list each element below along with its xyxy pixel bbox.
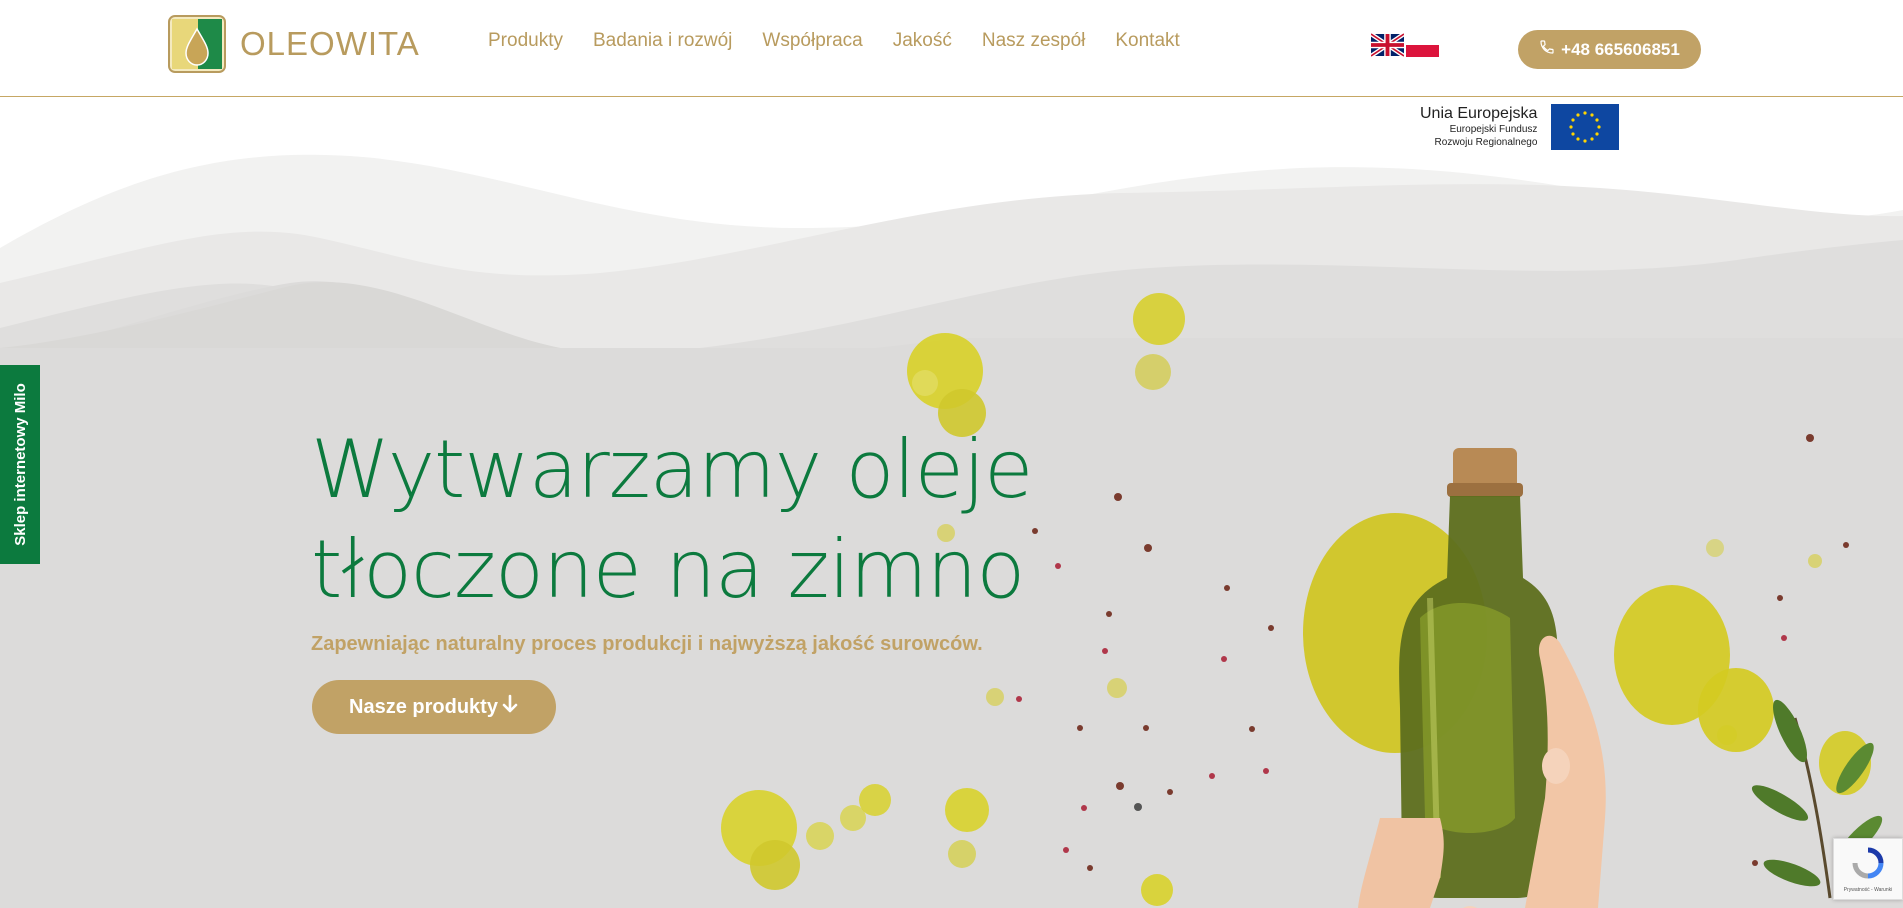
nav-item-jakosc[interactable]: Jakość: [893, 30, 952, 52]
online-shop-tab-label: Sklep internetowy Milo: [11, 383, 29, 546]
phone-button[interactable]: +48 665606851: [1518, 30, 1701, 69]
eu-flag-icon: [1551, 104, 1620, 150]
main-nav: Produkty Badania i rozwój Współpraca Jak…: [488, 30, 1180, 52]
eu-title: Unia Europejska: [1420, 105, 1538, 122]
hero-title-line2: tłoczone na zimno: [311, 523, 1025, 616]
our-products-button[interactable]: Nasze produkty: [312, 680, 556, 734]
recaptcha-badge[interactable]: Prywatność - Warunki: [1833, 838, 1903, 900]
nav-item-badania[interactable]: Badania i rozwój: [593, 30, 732, 52]
logo[interactable]: OLEOWITA: [168, 15, 420, 73]
phone-number: +48 665606851: [1561, 39, 1680, 59]
eu-fund-line1: Europejski Fundusz: [1449, 124, 1538, 135]
logo-text: OLEOWITA: [240, 25, 420, 62]
hero-title: Wytwarzamy oleje tłoczone na zimno: [311, 420, 1033, 620]
cta-label: Nasze produkty: [349, 695, 498, 718]
recaptcha-icon: [1851, 846, 1885, 885]
phone-icon: [1539, 39, 1555, 60]
nav-item-kontakt[interactable]: Kontakt: [1115, 30, 1179, 52]
nav-item-produkty[interactable]: Produkty: [488, 30, 563, 52]
nav-item-wspolpraca[interactable]: Współpraca: [762, 30, 862, 52]
arrow-down-icon: [501, 694, 519, 720]
english-flag-icon[interactable]: [1369, 32, 1406, 58]
site-header: OLEOWITA Produkty Badania i rozwój Współ…: [0, 0, 1903, 97]
language-switcher: [1369, 32, 1439, 58]
hero-subtitle: Zapewniając naturalny proces produkcji i…: [311, 633, 983, 655]
eu-fund-line2: Rozwoju Regionalnego: [1434, 137, 1538, 148]
polish-flag-icon[interactable]: [1406, 33, 1439, 57]
oil-drop-logo-icon: [168, 15, 226, 73]
online-shop-tab[interactable]: Sklep internetowy Milo: [0, 365, 40, 564]
recaptcha-links[interactable]: Prywatność - Warunki: [1844, 887, 1892, 893]
nav-item-zespol[interactable]: Nasz zespół: [982, 30, 1086, 52]
eu-funding-badge: Unia Europejska Europejski Fundusz Rozwo…: [1420, 104, 1620, 150]
hero-title-line1: Wytwarzamy oleje: [311, 423, 1033, 516]
